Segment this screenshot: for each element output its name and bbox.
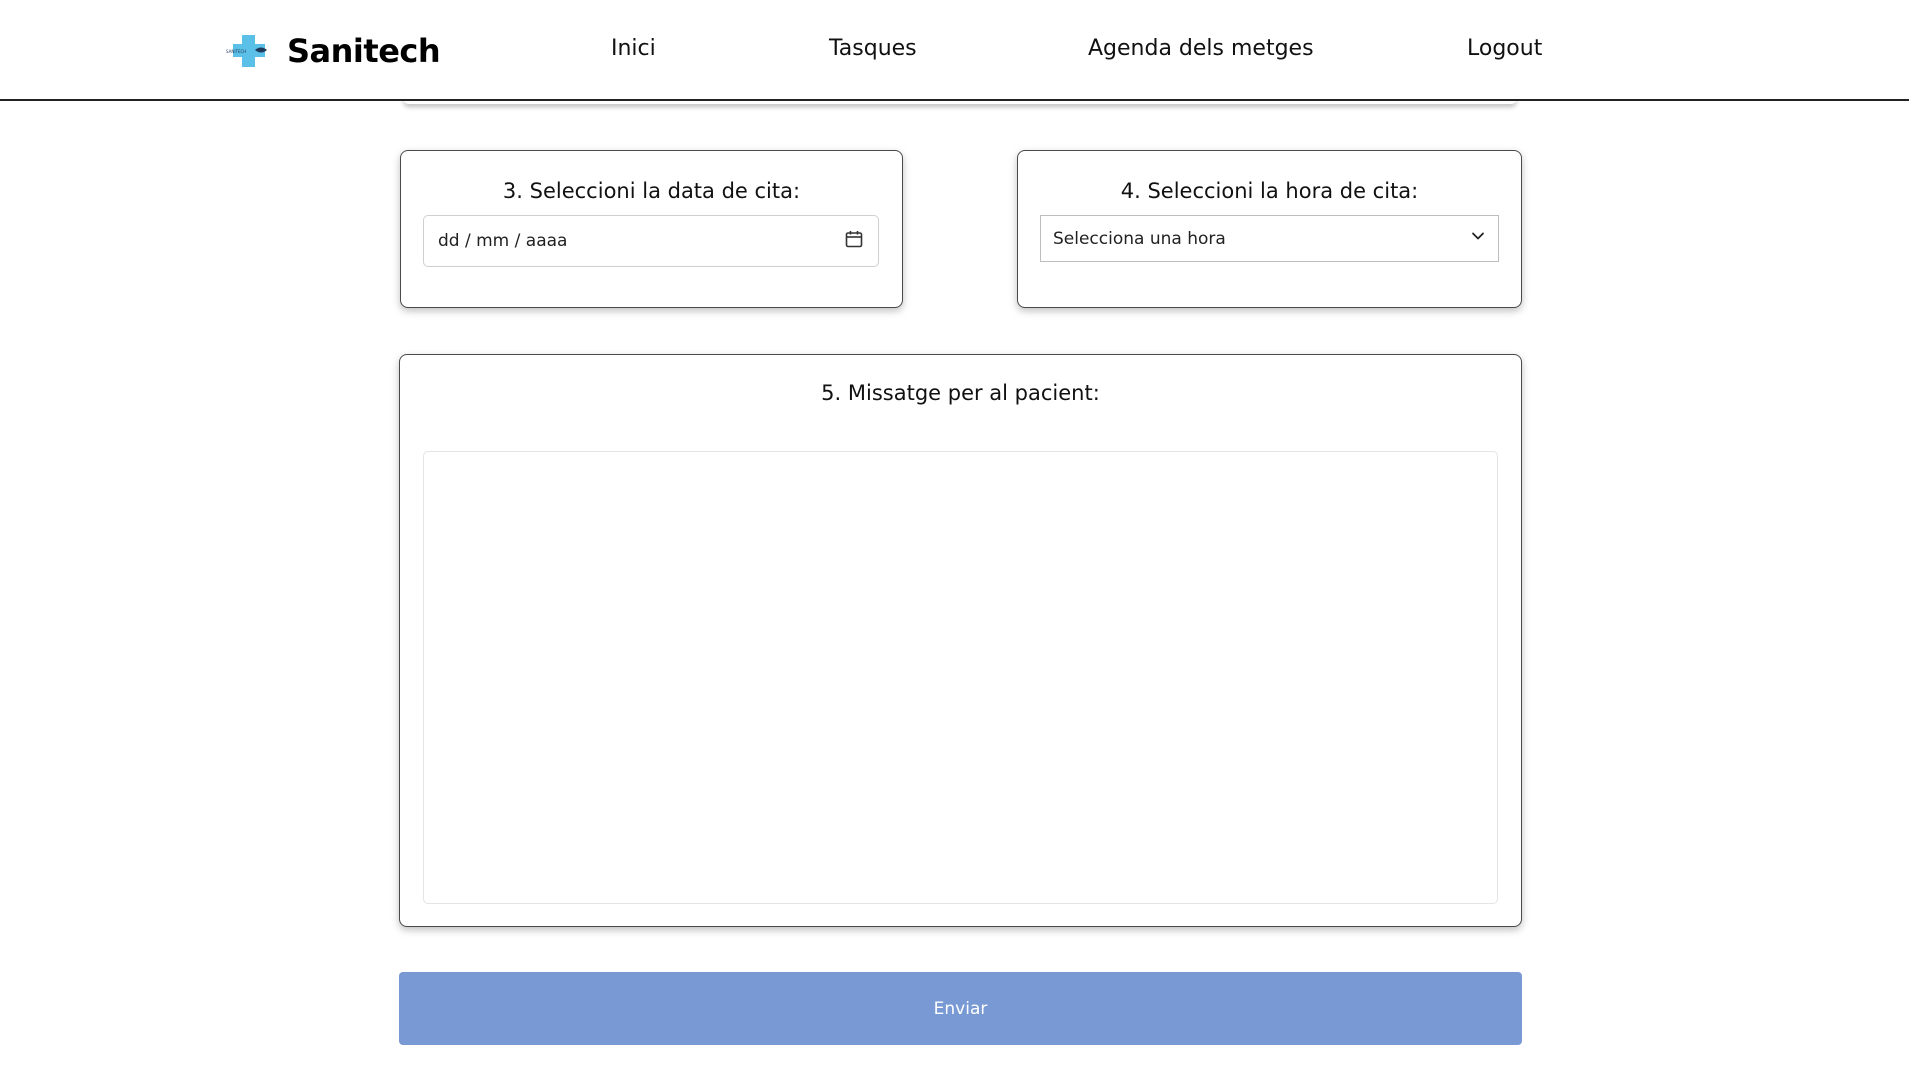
brand[interactable]: SANITECH Sanitech [225,30,441,72]
top-navbar: SANITECH Sanitech Inici Tasques Agenda d… [0,0,1909,101]
message-card: 5. Missatge per al pacient: [399,354,1522,927]
hour-card-title: 4. Seleccioni la hora de cita: [1120,179,1419,203]
chevron-down-icon [1470,228,1486,249]
hour-select-value: Selecciona una hora [1053,228,1226,249]
logo-cross-icon: SANITECH [225,33,273,69]
date-input-placeholder: dd / mm / aaaa [438,231,568,251]
hour-card: 4. Seleccioni la hora de cita: Seleccion… [1017,150,1522,308]
nav-link-inici[interactable]: Inici [611,36,656,61]
logo-small-text: SANITECH [226,49,246,54]
nav-link-tasques[interactable]: Tasques [829,36,917,61]
message-card-title: 5. Missatge per al pacient: [821,381,1100,405]
message-textarea[interactable] [423,451,1498,904]
date-card: 3. Seleccioni la data de cita: dd / mm /… [400,150,903,308]
nav-link-agenda[interactable]: Agenda dels metges [1088,36,1314,61]
calendar-icon[interactable] [844,229,864,254]
date-card-title: 3. Seleccioni la data de cita: [502,179,801,203]
date-input[interactable]: dd / mm / aaaa [423,215,879,267]
nav-link-logout[interactable]: Logout [1467,36,1542,61]
brand-name: Sanitech [287,32,441,70]
submit-button[interactable]: Enviar [399,972,1522,1045]
hour-select[interactable]: Selecciona una hora [1040,215,1499,262]
